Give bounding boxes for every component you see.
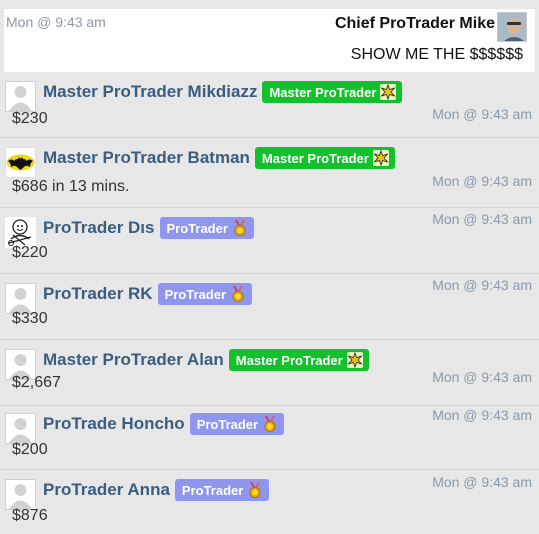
medal-icon xyxy=(232,286,244,302)
username[interactable]: ProTrader RK xyxy=(43,284,153,304)
message-text: $220 xyxy=(12,244,48,261)
message-timestamp: Mon @ 9:43 am xyxy=(432,474,532,490)
badge-label: ProTrader xyxy=(164,286,227,302)
badge-label: Master ProTrader xyxy=(235,352,343,368)
avatar[interactable] xyxy=(5,147,36,178)
list-item: Master ProTrader Batman Master ProTrader… xyxy=(0,138,539,208)
default-avatar-icon xyxy=(6,82,35,111)
avatar[interactable] xyxy=(5,413,36,444)
list-item: ProTrader Anna ProTrader $876 Mon @ 9:43… xyxy=(0,470,539,534)
status-badge: ProTrader xyxy=(189,413,285,435)
medal-icon xyxy=(249,482,261,498)
badge-label: Master ProTrader xyxy=(269,84,377,100)
message-timestamp: Mon @ 9:43 am xyxy=(432,277,532,293)
message-text: $330 xyxy=(12,310,48,327)
username[interactable]: ProTrader Anna xyxy=(43,480,170,500)
medal-icon xyxy=(234,220,246,236)
message-timestamp: Mon @ 9:43 am xyxy=(6,14,106,30)
message-timestamp: Mon @ 9:43 am xyxy=(432,211,532,227)
message-timestamp: Mon @ 9:43 am xyxy=(432,369,532,385)
default-avatar-icon xyxy=(6,284,35,313)
list-item: ProTrader RK ProTrader $330 Mon @ 9:43 a… xyxy=(0,274,539,340)
message-text: $2,667 xyxy=(12,374,61,391)
message-text: $200 xyxy=(12,441,48,458)
message-text: $230 xyxy=(12,110,48,127)
status-badge: Master ProTrader xyxy=(262,81,403,103)
username[interactable]: Master ProTrader Mikdiazz xyxy=(43,82,257,102)
message-timestamp: Mon @ 9:43 am xyxy=(432,173,532,189)
star-burst-icon xyxy=(346,352,363,368)
list-item: ProTrader Dıs ProTrader $220 Mon @ 9:43 … xyxy=(0,208,539,274)
badge-label: Master ProTrader xyxy=(261,150,369,166)
message-text: SHOW ME THE $$$$$$ xyxy=(350,46,523,63)
message-timestamp: Mon @ 9:43 am xyxy=(432,106,532,122)
message-timestamp: Mon @ 9:43 am xyxy=(432,407,532,423)
batman-logo-icon xyxy=(6,148,35,177)
status-badge: ProTrader xyxy=(159,217,254,239)
default-avatar-icon xyxy=(6,414,35,443)
message-text: $686 in 13 mins. xyxy=(12,178,130,195)
message-text: $876 xyxy=(12,507,48,524)
badge-label: ProTrader xyxy=(166,220,228,236)
star-burst-icon xyxy=(372,150,389,166)
username[interactable]: Master ProTrader Batman xyxy=(43,148,250,168)
username[interactable]: ProTrader Dıs xyxy=(43,218,155,238)
username[interactable]: Master ProTrader Alan xyxy=(43,350,224,370)
avatar[interactable] xyxy=(497,12,527,42)
list-item: ProTrade Honcho ProTrader $200 Mon @ 9:4… xyxy=(0,404,539,470)
badge-label: ProTrader xyxy=(196,416,259,432)
default-avatar-icon xyxy=(6,480,35,509)
status-badge: Master ProTrader xyxy=(228,349,369,371)
star-burst-icon xyxy=(380,84,397,100)
username[interactable]: ProTrade Honcho xyxy=(43,414,185,434)
pinned-message: Mon @ 9:43 am Chief ProTrader Mike SHOW … xyxy=(4,9,535,72)
status-badge: ProTrader xyxy=(157,283,253,305)
status-badge: ProTrader xyxy=(174,479,270,501)
medal-icon xyxy=(264,416,276,432)
avatar[interactable] xyxy=(5,479,36,510)
status-badge: Master ProTrader xyxy=(254,147,395,169)
message-author[interactable]: Chief ProTrader Mike xyxy=(335,15,495,33)
list-item: Master ProTrader Mikdiazz Master ProTrad… xyxy=(0,72,539,138)
user-photo-icon xyxy=(498,13,526,41)
avatar[interactable] xyxy=(5,81,36,112)
list-item: Master ProTrader Alan Master ProTrader $… xyxy=(0,340,539,406)
badge-label: ProTrader xyxy=(181,482,244,498)
